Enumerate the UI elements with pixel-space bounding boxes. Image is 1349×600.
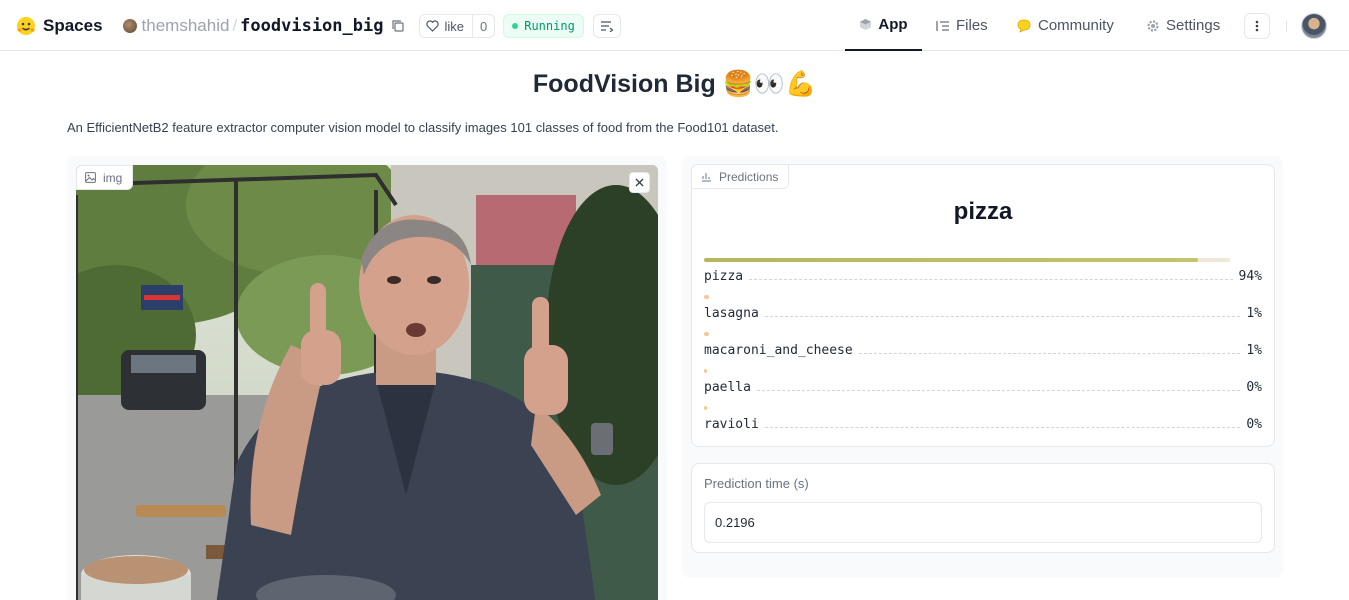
top-header: Spaces themshahid / foodvision_big like …	[0, 0, 1349, 51]
image-input-label: img	[76, 165, 134, 190]
app-title-emoji: 🍔👀💪	[722, 70, 817, 98]
like-button[interactable]: like 0	[419, 14, 496, 38]
uploaded-image[interactable]	[76, 165, 658, 600]
confidence-line: pizza 94%	[704, 269, 1262, 284]
app-title-text: FoodVision Big	[532, 70, 716, 98]
files-icon	[936, 20, 949, 31]
confidence-line: macaroni_and_cheese 1%	[704, 343, 1262, 358]
repo-name-link[interactable]: foodvision_big	[240, 16, 383, 36]
like-main[interactable]: like	[420, 15, 472, 37]
logs-icon	[600, 21, 614, 32]
confidence-row[interactable]: pizza 94%	[704, 258, 1262, 288]
predictions-label: Predictions	[691, 164, 790, 189]
confidence-row[interactable]: paella 0%	[704, 369, 1262, 399]
cube-icon	[860, 19, 872, 30]
dotted-leader	[749, 279, 1233, 280]
tab-app[interactable]: App	[845, 0, 922, 51]
dotted-leader	[858, 353, 1241, 354]
dotted-leader	[764, 427, 1241, 428]
confidence-class-name: macaroni_and_cheese	[704, 343, 853, 358]
photo-person-thumbs-up	[76, 165, 658, 600]
confidence-percent: 1%	[1246, 306, 1262, 321]
community-icon	[1017, 19, 1031, 33]
confidence-bar-fill	[704, 258, 1199, 262]
tab-community-label: Community	[1038, 17, 1114, 34]
image-input-label-text: img	[103, 170, 123, 185]
confidence-row[interactable]: macaroni_and_cheese 1%	[704, 332, 1262, 362]
confidence-line: ravioli 0%	[704, 417, 1262, 432]
confidence-class-name: pizza	[704, 269, 744, 284]
huggingface-logo-icon[interactable]	[16, 16, 36, 36]
header-divider	[1286, 20, 1287, 32]
tab-app-label: App	[878, 16, 908, 33]
owner-link[interactable]: themshahid	[142, 16, 230, 36]
confidence-bar	[704, 258, 1230, 262]
status-dot-icon	[512, 23, 519, 29]
clear-image-button[interactable]	[629, 172, 650, 193]
app-title: FoodVision Big 🍔👀💪	[0, 66, 1349, 102]
spaces-link[interactable]: Spaces	[43, 16, 103, 36]
confidence-percent: 0%	[1246, 380, 1262, 395]
copy-icon[interactable]	[391, 19, 405, 33]
confidence-row[interactable]: lasagna 1%	[704, 295, 1262, 325]
confidence-line: lasagna 1%	[704, 306, 1262, 321]
status-label: Running	[524, 19, 575, 33]
confidence-class-name: ravioli	[704, 417, 759, 432]
kebab-menu-icon	[1255, 20, 1259, 32]
confidence-bar-fill	[704, 369, 707, 373]
prediction-time-label: Prediction time (s)	[704, 476, 809, 491]
user-avatar[interactable]	[1301, 13, 1327, 39]
prediction-time-field[interactable]: 0.2196	[704, 502, 1262, 543]
tab-settings[interactable]: Settings	[1146, 0, 1220, 51]
like-label: like	[444, 18, 464, 34]
bar-chart-icon	[702, 173, 711, 182]
confidence-percent: 94%	[1238, 269, 1262, 284]
top-prediction: pizza	[953, 198, 1013, 225]
confidence-line: paella 0%	[704, 380, 1262, 395]
confidence-row[interactable]: ravioli 0%	[704, 406, 1262, 436]
tab-community[interactable]: Community	[1016, 0, 1114, 51]
dotted-leader	[764, 316, 1241, 317]
confidence-bar-fill	[704, 295, 710, 299]
confidence-percent: 1%	[1246, 343, 1262, 358]
confidence-class-name: paella	[704, 380, 751, 395]
confidence-bar-fill	[704, 406, 707, 410]
path-separator: /	[232, 16, 238, 35]
confidence-bar	[704, 295, 1230, 299]
confidence-class-name: lasagna	[704, 306, 759, 321]
confidence-percent: 0%	[1246, 417, 1262, 432]
heart-icon	[426, 20, 440, 32]
close-icon	[635, 178, 644, 187]
app-description: An EfficientNetB2 feature extractor comp…	[67, 120, 779, 135]
confidence-bar	[704, 369, 1230, 373]
tab-settings-label: Settings	[1166, 17, 1221, 34]
dotted-leader	[756, 390, 1241, 391]
confidence-bar	[704, 332, 1230, 336]
image-icon	[85, 172, 96, 183]
confidence-bar	[704, 406, 1230, 410]
tab-files-label: Files	[956, 17, 988, 34]
confidence-bar-fill	[704, 332, 710, 336]
predictions-label-text: Predictions	[719, 169, 779, 184]
like-count: 0	[471, 15, 494, 37]
tab-files[interactable]: Files	[936, 0, 988, 51]
header-left: Spaces themshahid / foodvision_big like …	[16, 12, 621, 40]
status-badge[interactable]: Running	[503, 14, 584, 38]
logs-button[interactable]	[592, 14, 621, 38]
more-options-button[interactable]	[1244, 13, 1270, 39]
gear-icon	[1147, 19, 1159, 32]
owner-avatar[interactable]	[122, 19, 137, 33]
